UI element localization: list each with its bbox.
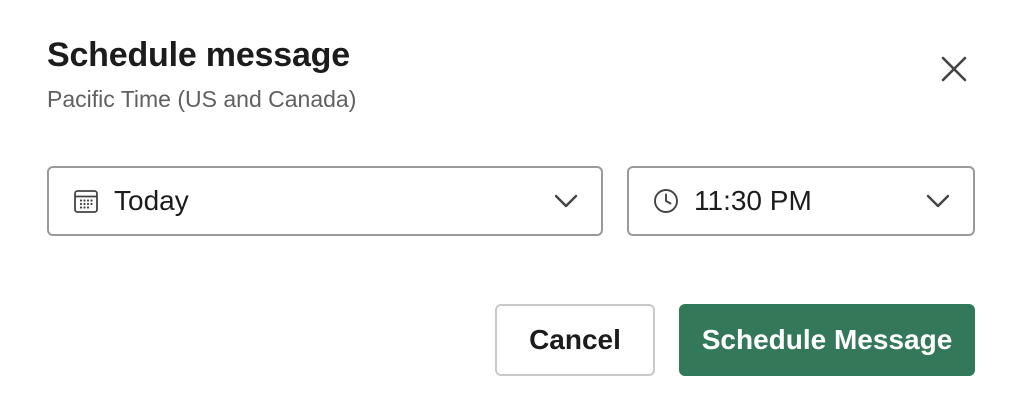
dialog-title: Schedule message — [47, 36, 350, 74]
timezone-label: Pacific Time (US and Canada) — [47, 86, 357, 112]
cancel-button[interactable]: Cancel — [495, 304, 655, 376]
close-button[interactable] — [932, 47, 976, 91]
date-value: Today — [114, 185, 189, 216]
chevron-down-icon — [553, 188, 579, 214]
chevron-down-icon — [925, 188, 951, 214]
schedule-message-button[interactable]: Schedule Message — [679, 304, 975, 376]
date-select[interactable]: Today — [47, 166, 603, 236]
schedule-message-dialog: Schedule message Pacific Time (US and Ca… — [0, 0, 1018, 415]
time-select[interactable]: 11:30 PM — [627, 166, 975, 236]
clock-icon — [652, 187, 680, 215]
calendar-icon — [72, 187, 100, 215]
time-value: 11:30 PM — [694, 185, 812, 216]
close-icon — [941, 56, 967, 82]
